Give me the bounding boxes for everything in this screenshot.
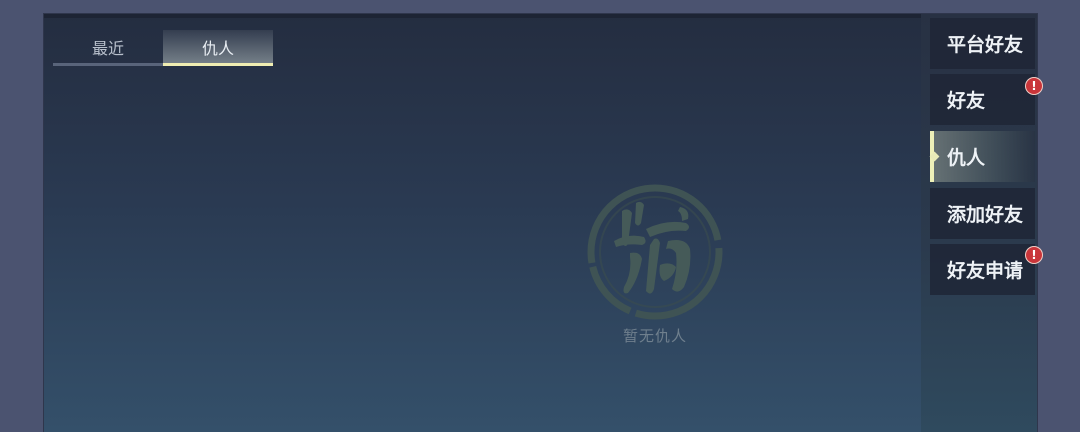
alert-badge-icon: ! bbox=[1026, 78, 1042, 94]
sidebar-item-label: 添加好友 bbox=[947, 204, 1024, 226]
sidebar-item-label: 好友 bbox=[947, 90, 986, 112]
tab-bar: 最近 仇人 bbox=[53, 30, 273, 66]
sidebar-item-label: 仇人 bbox=[947, 147, 986, 169]
panel-top-stripe bbox=[44, 14, 1037, 18]
alert-badge-icon: ! bbox=[1026, 247, 1042, 263]
sidebar-item-friend-requests[interactable]: 好友申请 ! bbox=[930, 244, 1042, 295]
sidebar-item-friends[interactable]: 好友 ! bbox=[930, 74, 1042, 125]
active-indicator-icon bbox=[929, 151, 940, 162]
tab-recent[interactable]: 最近 bbox=[53, 30, 163, 66]
sidebar-item-label: 好友申请 bbox=[947, 260, 1024, 282]
main-panel: 最近 仇人 暂无仇人 bbox=[44, 14, 1037, 432]
tab-enemies[interactable]: 仇人 bbox=[163, 30, 273, 66]
empty-state-text: 暂无仇人 bbox=[622, 327, 687, 345]
sidebar: 平台好友 好友 ! 仇人 添加好友 好友申请 ! bbox=[921, 14, 1042, 432]
ink-brush-seal-icon bbox=[587, 184, 723, 320]
sidebar-item-label: 平台好友 bbox=[947, 34, 1024, 56]
sidebar-item-add-friend[interactable]: 添加好友 bbox=[930, 188, 1035, 239]
empty-state: 暂无仇人 bbox=[584, 181, 726, 346]
sidebar-item-platform-friends[interactable]: 平台好友 bbox=[930, 18, 1035, 69]
sidebar-item-enemies[interactable]: 仇人 bbox=[929, 131, 1035, 182]
